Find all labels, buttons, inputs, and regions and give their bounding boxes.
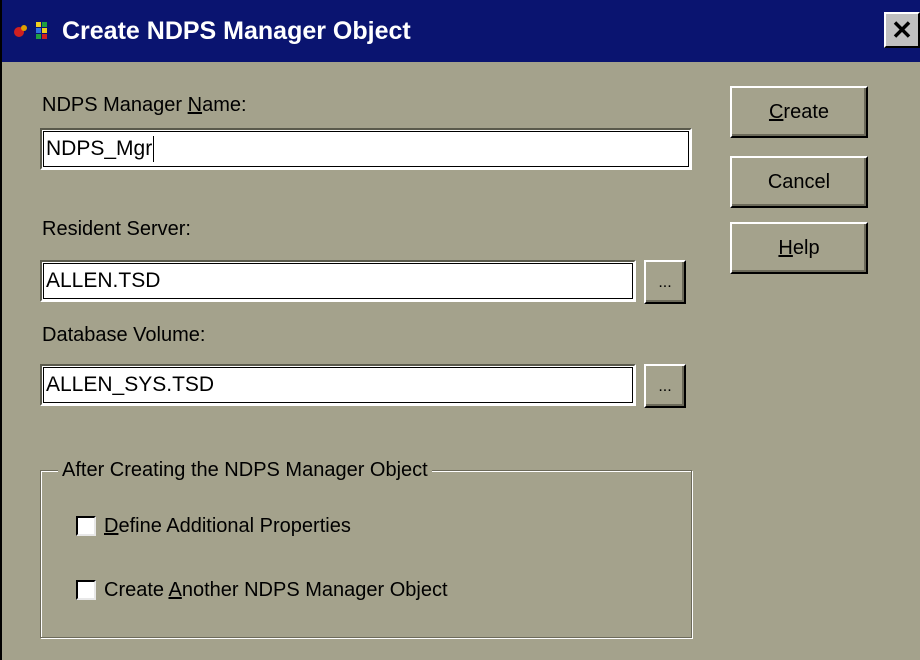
cancel-button[interactable]: Cancel: [730, 156, 868, 208]
database-volume-input[interactable]: ALLEN_SYS.TSD: [40, 364, 636, 406]
manager-name-label-accel: N: [187, 94, 203, 116]
create-accel: C: [768, 101, 784, 123]
resident-server-value: ALLEN.TSD: [46, 269, 161, 292]
text-caret: [153, 136, 155, 163]
title-bar[interactable]: Create NDPS Manager Object ✕: [2, 0, 920, 62]
create-another-checkbox[interactable]: [76, 580, 96, 600]
define-properties-label: Define Additional Properties: [104, 512, 351, 540]
option-label-post: nother NDPS Manager Object: [181, 579, 448, 601]
after-create-legend: After Creating the NDPS Manager Object: [58, 456, 432, 484]
manager-name-label: NDPS Manager Name:: [42, 94, 247, 117]
help-accel: H: [778, 237, 793, 259]
create-button-label: Create: [732, 88, 866, 136]
cancel-button-label: Cancel: [767, 171, 831, 193]
database-volume-value: ALLEN_SYS.TSD: [46, 373, 215, 396]
ndps-app-icon: [14, 22, 47, 39]
database-volume-browse-button[interactable]: ...: [644, 364, 686, 408]
after-create-groupbox: [40, 470, 692, 638]
create-button[interactable]: Create: [730, 86, 868, 138]
database-volume-label: Database Volume:: [42, 324, 206, 346]
define-properties-checkbox[interactable]: [76, 516, 96, 536]
option-label-accel: D: [104, 515, 119, 537]
manager-name-input[interactable]: NDPS_Mgr: [40, 128, 692, 170]
define-properties-option[interactable]: Define Additional Properties: [76, 512, 496, 542]
browse-ellipsis-label: ...: [658, 274, 672, 291]
close-icon: ✕: [891, 15, 913, 45]
manager-name-value: NDPS_Mgr: [46, 130, 155, 168]
help-button-label: Help: [732, 224, 866, 272]
window-title: Create NDPS Manager Object: [62, 17, 411, 45]
manager-name-text: NDPS_Mgr: [46, 137, 153, 160]
option-label-accel: A: [168, 579, 182, 601]
create-ndps-manager-dialog: Create NDPS Manager Object ✕ NDPS Manage…: [0, 0, 920, 660]
resident-server-browse-button[interactable]: ...: [644, 260, 686, 304]
create-rest: reate: [783, 101, 830, 123]
option-label-post: efine Additional Properties: [118, 515, 351, 537]
browse-ellipsis-label: ...: [658, 378, 672, 395]
close-button[interactable]: ✕: [884, 12, 920, 48]
manager-name-label-post: ame:: [202, 94, 247, 116]
help-button[interactable]: Help: [730, 222, 868, 274]
option-label-pre: Create: [104, 579, 169, 601]
create-another-label: Create Another NDPS Manager Object: [104, 576, 448, 604]
create-another-option[interactable]: Create Another NDPS Manager Object: [76, 576, 596, 606]
resident-server-input[interactable]: ALLEN.TSD: [40, 260, 636, 302]
manager-name-label-pre: NDPS Manager: [42, 94, 188, 116]
help-rest: elp: [792, 237, 820, 259]
resident-server-label: Resident Server:: [42, 218, 191, 240]
